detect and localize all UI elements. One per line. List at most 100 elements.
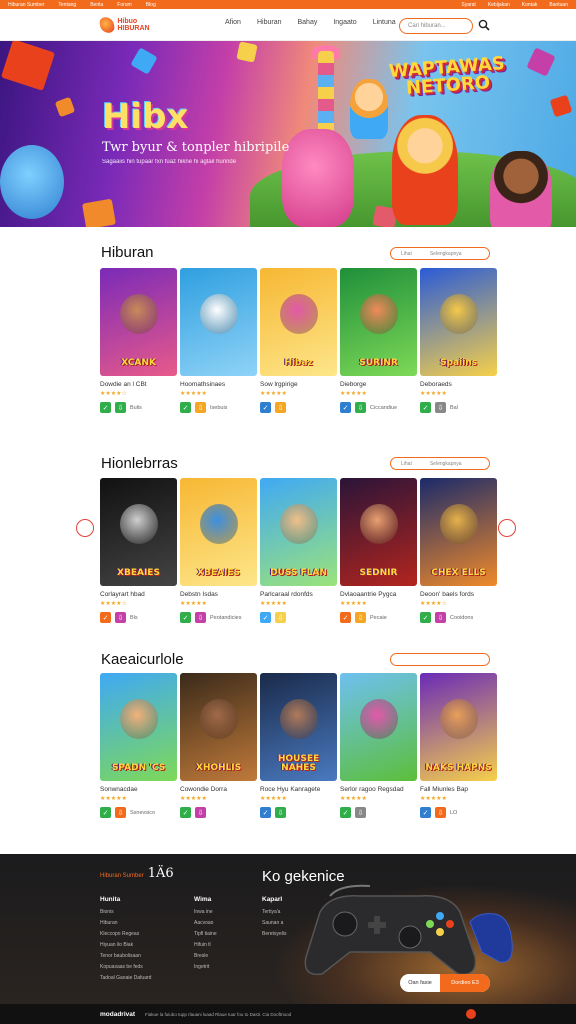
top-link[interactable]: Hiburan Sumber <box>8 2 44 8</box>
download-icon[interactable]: ⇩ <box>275 612 286 623</box>
download-icon[interactable]: ⇩ <box>195 402 206 413</box>
footer-link[interactable]: Bionis <box>100 909 151 915</box>
footer-link[interactable]: Saunan a <box>262 920 286 926</box>
download-icon[interactable]: ⇩ <box>195 807 206 818</box>
bottom-logo[interactable]: modadrivat <box>100 1011 135 1018</box>
game-card[interactable]: SEDNIR Dvlaoaantrie Pygca ★★★★★ ✓ ⇩ Peca… <box>340 478 417 623</box>
game-card[interactable]: NAKS HAPNS Fall Miunles Bap ★★★★★ ✓ ⇩ LO <box>420 673 497 818</box>
play-icon[interactable]: ✓ <box>340 402 351 413</box>
game-card[interactable]: SURINR Dieborge ★★★★★ ✓ ⇩ Ciccandiue <box>340 268 417 413</box>
scroll-top-icon[interactable] <box>466 1009 476 1019</box>
game-title[interactable]: Serlor ragoo Regsdad <box>340 786 417 793</box>
game-thumbnail[interactable] <box>180 268 257 376</box>
top-link[interactable]: Forum <box>117 2 131 8</box>
site-logo[interactable]: Hibuo HIBURAN <box>98 14 156 36</box>
game-thumbnail[interactable]: HOUSEE NAHES <box>260 673 337 781</box>
see-more-button[interactable]: Lihat Selengkapnya <box>390 247 490 260</box>
footer-link[interactable]: Ingetrit <box>194 964 217 970</box>
download-icon[interactable]: ⇩ <box>435 612 446 623</box>
play-icon[interactable]: ✓ <box>100 807 111 818</box>
nav-item[interactable]: Afion <box>225 19 241 26</box>
top-link[interactable]: Tentang <box>58 2 76 8</box>
top-link[interactable]: Blog <box>146 2 156 8</box>
footer-link[interactable]: Beretsyelis <box>262 931 286 937</box>
game-title[interactable]: Parlcaraal rdonfds <box>260 591 337 598</box>
download-icon[interactable]: ⇩ <box>355 612 366 623</box>
game-thumbnail[interactable]: XHOHLIS <box>180 673 257 781</box>
game-title[interactable]: Dvlaoaantrie Pygca <box>340 591 417 598</box>
game-card[interactable]: HOUSEE NAHES Roce Hyu Kanragete ★★★★★ ✓ … <box>260 673 337 818</box>
game-card[interactable]: XCANK Dowdie an l CBt ★★★★☆ ✓ ⇩ Bulis <box>100 268 177 413</box>
footer-link[interactable]: Tenor baubolisaan <box>100 953 151 959</box>
game-thumbnail[interactable]: NAKS HAPNS <box>420 673 497 781</box>
play-icon[interactable]: ✓ <box>340 612 351 623</box>
game-title[interactable]: Fall Miunles Bap <box>420 786 497 793</box>
game-title[interactable]: Corlayrart hbad <box>100 591 177 598</box>
play-icon[interactable]: ✓ <box>100 402 111 413</box>
game-thumbnail[interactable]: SPADN 'CS <box>100 673 177 781</box>
download-icon[interactable]: ⇩ <box>275 402 286 413</box>
footer-link[interactable]: Bresle <box>194 953 217 959</box>
play-icon[interactable]: ✓ <box>420 402 431 413</box>
download-icon[interactable]: ⇩ <box>355 807 366 818</box>
game-card[interactable]: XBEAIES Debstn Isdas ★★★★★ ✓ ⇩ Peotandic… <box>180 478 257 623</box>
game-thumbnail[interactable]: XBEAIES <box>100 478 177 586</box>
game-card[interactable]: Spaiins Deboraeds ★★★★★ ✓ ⇩ Bal <box>420 268 497 413</box>
game-thumbnail[interactable]: DUSS FLAN <box>260 478 337 586</box>
search-icon[interactable] <box>478 19 490 31</box>
game-card[interactable]: Serlor ragoo Regsdad ★★★★★ ✓ ⇩ <box>340 673 417 818</box>
play-icon[interactable]: ✓ <box>260 807 271 818</box>
carousel-prev-button[interactable] <box>76 519 94 537</box>
footer-link[interactable]: Kopuasaas be feds <box>100 964 151 970</box>
top-link[interactable]: Syarat <box>461 2 475 8</box>
game-thumbnail[interactable]: XCANK <box>100 268 177 376</box>
game-title[interactable]: Hoomathsinaes <box>180 381 257 388</box>
footer-link[interactable]: Kleccopo Regeas <box>100 931 151 937</box>
play-icon[interactable]: ✓ <box>180 612 191 623</box>
footer-link[interactable]: Hiburan <box>100 920 151 926</box>
top-link[interactable]: Kebijakan <box>488 2 510 8</box>
footer-cta-left[interactable]: Oan fasie <box>400 974 440 992</box>
footer-link[interactable]: Inwa ine <box>194 909 217 915</box>
game-thumbnail[interactable]: Hibaz <box>260 268 337 376</box>
download-icon[interactable]: ⇩ <box>195 612 206 623</box>
play-icon[interactable]: ✓ <box>260 612 271 623</box>
footer-cta-right[interactable]: Dordieo E3 <box>440 974 490 992</box>
download-icon[interactable]: ⇩ <box>435 807 446 818</box>
game-title[interactable]: Deoon' baels fords <box>420 591 497 598</box>
nav-item[interactable]: Ingaato <box>333 19 356 26</box>
footer-brand[interactable]: Hiburan Sumber 1Ä6 <box>100 867 174 880</box>
game-thumbnail[interactable]: XBEAIES <box>180 478 257 586</box>
play-icon[interactable]: ✓ <box>420 807 431 818</box>
game-title[interactable]: Deboraeds <box>420 381 497 388</box>
top-link[interactable]: Berita <box>90 2 103 8</box>
game-thumbnail[interactable]: Spaiins <box>420 268 497 376</box>
search-input[interactable]: Cari hiburan... <box>399 18 473 34</box>
game-thumbnail[interactable]: CHEX ELLS <box>420 478 497 586</box>
game-title[interactable]: Sow lrgpirige <box>260 381 337 388</box>
game-title[interactable]: Debstn Isdas <box>180 591 257 598</box>
nav-item[interactable]: Hiburan <box>257 19 282 26</box>
nav-item[interactable]: Bahay <box>297 19 317 26</box>
footer-link[interactable]: Tertiya'a <box>262 909 286 915</box>
game-title[interactable]: Cowondie Dorra <box>180 786 257 793</box>
game-thumbnail[interactable]: SURINR <box>340 268 417 376</box>
game-card[interactable]: DUSS FLAN Parlcaraal rdonfds ★★★★★ ✓ ⇩ <box>260 478 337 623</box>
play-icon[interactable]: ✓ <box>180 402 191 413</box>
play-icon[interactable]: ✓ <box>340 807 351 818</box>
download-icon[interactable]: ⇩ <box>115 807 126 818</box>
game-thumbnail[interactable] <box>340 673 417 781</box>
download-icon[interactable]: ⇩ <box>435 402 446 413</box>
download-icon[interactable]: ⇩ <box>115 402 126 413</box>
footer-link[interactable]: Hifuin tl <box>194 942 217 948</box>
game-card[interactable]: SPADN 'CS Sonwnacdae ★★★★★ ✓ ⇩ Ssnevsico <box>100 673 177 818</box>
play-icon[interactable]: ✓ <box>260 402 271 413</box>
hero-banner[interactable]: Hibx Twr byur & tonpler hibripile Sagaai… <box>0 41 576 227</box>
carousel-next-button[interactable] <box>498 519 516 537</box>
download-icon[interactable]: ⇩ <box>115 612 126 623</box>
game-card[interactable]: Hoomathsinaes ★★★★★ ✓ ⇩ Isebuis <box>180 268 257 413</box>
footer-cta-pill[interactable]: Oan fasie Dordieo E3 <box>400 974 490 992</box>
game-card[interactable]: CHEX ELLS Deoon' baels fords ★★★★☆ ✓ ⇩ C… <box>420 478 497 623</box>
download-icon[interactable]: ⇩ <box>275 807 286 818</box>
footer-link[interactable]: Hiyuan ilo Biak <box>100 942 151 948</box>
